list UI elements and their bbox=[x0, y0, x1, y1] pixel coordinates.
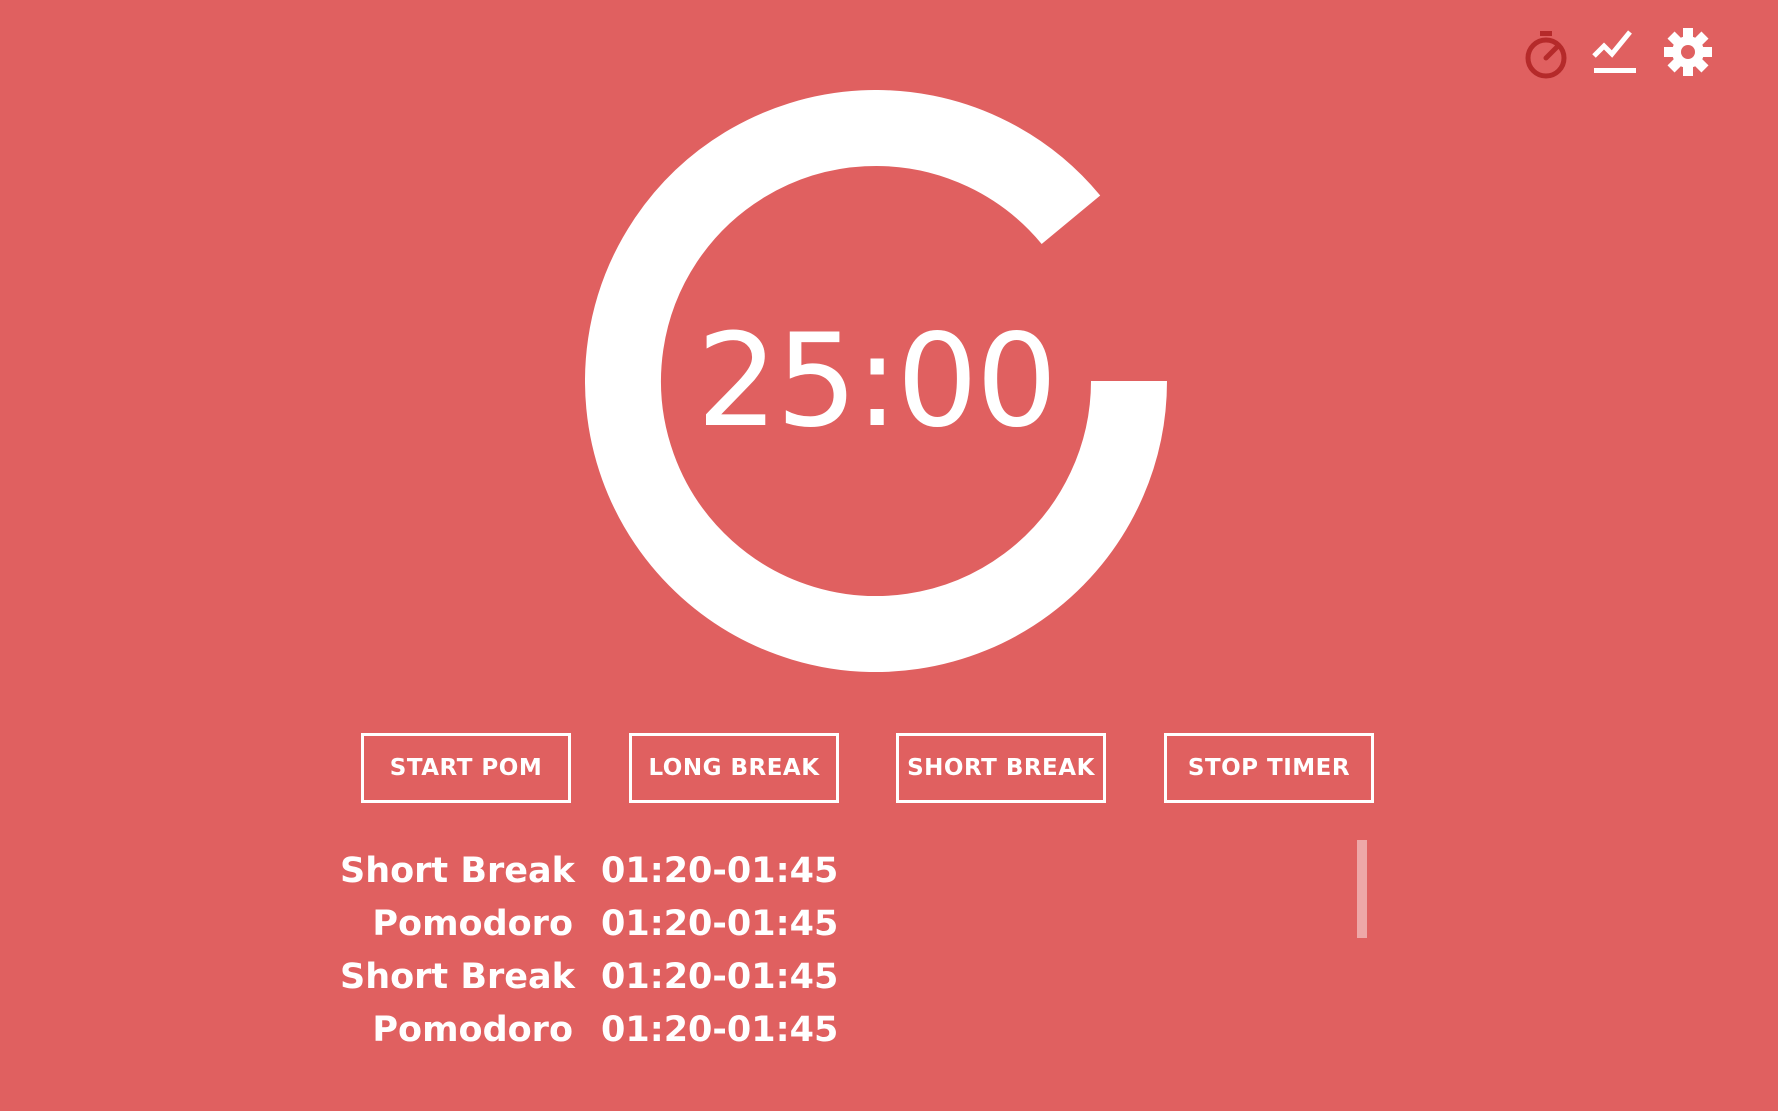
session-type: Short Break bbox=[340, 850, 575, 891]
session-time-range: 01:20-01:45 bbox=[601, 1009, 839, 1050]
session-time-range: 01:20-01:45 bbox=[601, 850, 839, 891]
stop-timer-button[interactable]: STOP TIMER bbox=[1164, 733, 1374, 803]
short-break-button[interactable]: SHORT BREAK bbox=[896, 733, 1106, 803]
timer-controls: START POM LONG BREAK SHORT BREAK STOP TI… bbox=[361, 733, 1375, 803]
timer-icon[interactable] bbox=[1520, 26, 1572, 82]
session-type: Short Break bbox=[340, 956, 575, 997]
start-pom-button[interactable]: START POM bbox=[361, 733, 571, 803]
session-type: Pomodoro bbox=[372, 1009, 573, 1050]
top-toolbar bbox=[1520, 26, 1720, 82]
stats-chart-icon[interactable] bbox=[1590, 26, 1642, 82]
list-item: Short Break 01:20-01:45 bbox=[340, 844, 1380, 897]
history-scrollbar[interactable] bbox=[1357, 840, 1367, 938]
gear-icon[interactable] bbox=[1662, 26, 1714, 82]
list-item: Short Break 01:20-01:45 bbox=[340, 950, 1380, 1003]
session-time-range: 01:20-01:45 bbox=[601, 903, 839, 944]
session-time-range: 01:20-01:45 bbox=[601, 956, 839, 997]
session-type: Pomodoro bbox=[372, 903, 573, 944]
list-item: Pomodoro 01:20-01:45 bbox=[340, 897, 1380, 950]
session-history-list: Short Break 01:20-01:45 Pomodoro 01:20-0… bbox=[340, 844, 1380, 1064]
list-item: Pomodoro 01:20-01:45 bbox=[340, 1003, 1380, 1056]
timer-dial: 25:00 bbox=[585, 90, 1167, 672]
long-break-button[interactable]: LONG BREAK bbox=[629, 733, 839, 803]
timer-display: 25:00 bbox=[696, 306, 1058, 456]
